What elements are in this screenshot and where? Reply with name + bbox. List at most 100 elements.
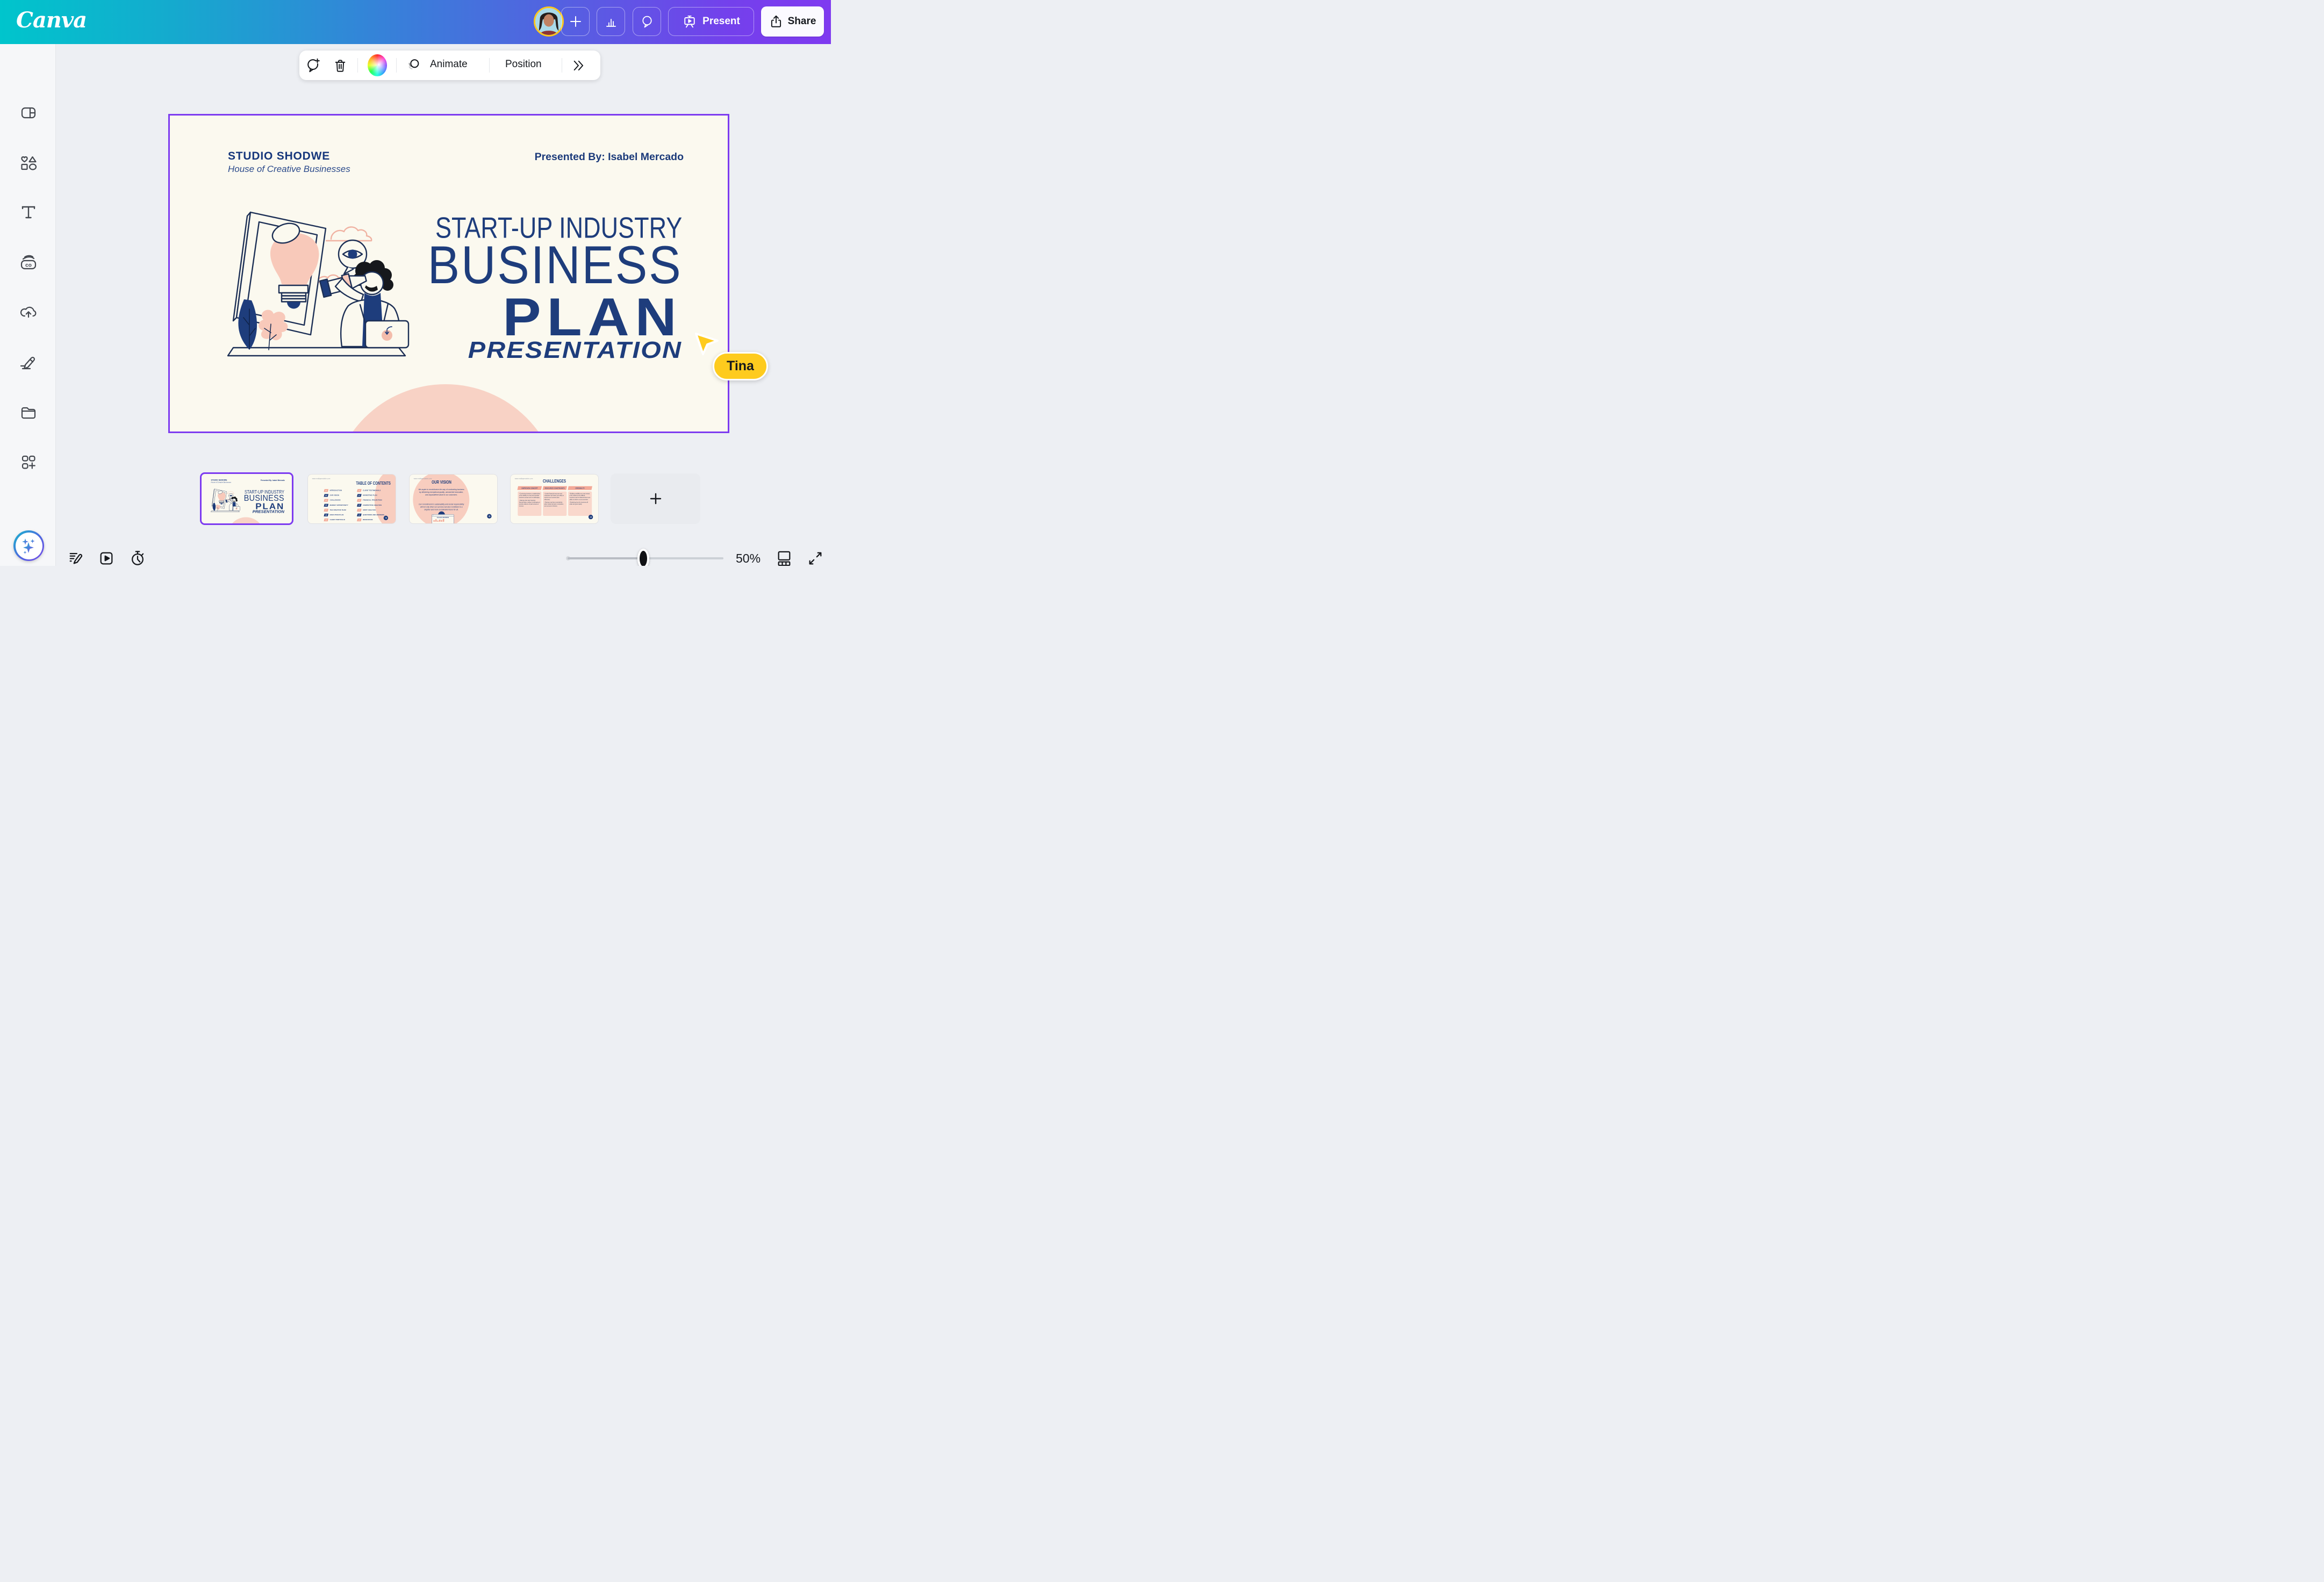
- sidebar-item-draw[interactable]: [19, 353, 38, 371]
- video-play-icon: [98, 550, 114, 566]
- share-label: Share: [788, 16, 816, 27]
- folder-icon: [20, 404, 37, 420]
- notes-icon: [68, 550, 84, 566]
- slide-illustration[interactable]: [226, 194, 411, 363]
- toc-label: OUR VISION: [330, 494, 339, 496]
- notes-button[interactable]: [68, 550, 84, 566]
- toc-item: 03INTRODUCTION: [324, 489, 356, 494]
- collaborator-cursor-icon: [694, 332, 719, 356]
- color-picker-button[interactable]: [368, 54, 387, 76]
- sparkle-icon: [20, 537, 38, 555]
- share-button[interactable]: Share: [761, 6, 824, 37]
- present-button[interactable]: Present: [668, 7, 754, 36]
- delete-button[interactable]: [332, 57, 348, 74]
- chat-bubble-icon: [640, 15, 654, 28]
- canva-logo[interactable]: Canva: [16, 8, 87, 33]
- challenge-col-title: CREDIBILITY: [575, 487, 585, 489]
- add-member-button[interactable]: [561, 7, 590, 36]
- grid-view-button[interactable]: [776, 550, 792, 566]
- draw-pen-icon: [19, 353, 38, 370]
- sidebar-item-brand[interactable]: co: [19, 253, 38, 271]
- zoom-level[interactable]: 50%: [736, 551, 761, 566]
- challenge-bullet: Convincing investors or stakeholders of …: [519, 493, 540, 499]
- toc-label: INTRODUCTION: [330, 490, 342, 491]
- insights-button[interactable]: [597, 7, 625, 36]
- challenge-col-title: RESOURCE CONSTRAINTS: [545, 487, 565, 489]
- toc-label: COMPETITIVE ANALYSIS: [363, 504, 382, 506]
- slide-thumbnail-2[interactable]: www.reallygreatsite.com TABLE OF CONTENT…: [308, 474, 396, 523]
- challenge-column: CREDIBILITY Building credibility as a ne…: [568, 486, 592, 516]
- slide-presented-by[interactable]: Presented By: Isabel Mercado: [535, 151, 684, 163]
- slide-title-line4[interactable]: PRESENTATION: [468, 337, 682, 364]
- animate-icon: [405, 57, 421, 74]
- toc-label: FINANCIAL PROJECTION: [363, 499, 382, 501]
- sidebar-item-apps[interactable]: [19, 453, 38, 471]
- play-button[interactable]: [98, 550, 114, 566]
- thumb1-illustration: [211, 486, 240, 513]
- sidebar-item-projects[interactable]: [19, 403, 38, 421]
- thumb3-paragraph-2: Our commitment to sustainability and soc…: [418, 503, 464, 511]
- toc-label: CLIENT TESTIMONIALS: [363, 490, 381, 491]
- toc-label: CLIENT PORTFOLIO: [330, 519, 345, 521]
- toc-num: 09: [324, 519, 328, 521]
- plus-icon: [569, 15, 582, 28]
- animate-label[interactable]: Animate: [430, 59, 468, 70]
- timer-icon: [130, 550, 146, 566]
- thumb1-title4: PRESENTATION: [253, 510, 284, 514]
- toc-label: CHALLENGES: [330, 499, 341, 501]
- fullscreen-button[interactable]: [807, 550, 823, 566]
- add-page-button[interactable]: [611, 473, 700, 524]
- animate-button[interactable]: [405, 57, 422, 74]
- grid-view-icon: [776, 550, 792, 566]
- design-icon: [20, 104, 37, 121]
- sidebar-item-text[interactable]: [19, 203, 38, 221]
- add-comment-button[interactable]: [304, 57, 322, 74]
- timer-button[interactable]: [130, 550, 146, 566]
- slide-thumbnail-1[interactable]: STUDIO SHODWE House of Creative Business…: [200, 472, 293, 525]
- next-arrow-icon: [384, 516, 388, 520]
- magic-assistant-button[interactable]: [13, 530, 44, 561]
- divider: [357, 58, 358, 73]
- challenge-column: UNPROVEN CONCEPT Convincing investors or…: [518, 486, 541, 516]
- toc-label: RESOURCES: [363, 519, 372, 521]
- slide-brand-name[interactable]: STUDIO SHODWE: [228, 150, 330, 163]
- zoom-slider-handle[interactable]: [637, 549, 649, 566]
- challenge-column: RESOURCE CONSTRAINTS Limited financial r…: [543, 486, 566, 516]
- toc-num: 04: [324, 494, 328, 497]
- thumb1-pink-dome: [227, 517, 264, 526]
- trash-icon: [333, 57, 348, 74]
- expand-icon: [807, 550, 823, 566]
- position-button[interactable]: Position: [505, 59, 542, 70]
- slide-pink-dome-shape[interactable]: [331, 384, 560, 433]
- collaborator-name-label: Tina: [713, 352, 768, 380]
- toc-item: 11MARKETING PLAN: [357, 494, 390, 499]
- canva-editor: Canva: [0, 0, 831, 566]
- sidebar-item-elements[interactable]: [19, 154, 38, 172]
- slide-brand-tagline[interactable]: House of Creative Businesses: [228, 164, 350, 175]
- toc-item: 09CLIENT PORTFOLIO: [324, 518, 356, 523]
- sidebar-item-uploads[interactable]: [19, 303, 38, 321]
- toc-label: MARKETING PLAN: [363, 494, 377, 496]
- present-label: Present: [702, 16, 740, 27]
- toc-label: QUESTIONS AND ANSWERS: [363, 514, 384, 516]
- thumb2-website-url: www.reallygreatsite.com: [312, 478, 331, 480]
- toc-item: 10CLIENT TESTIMONIALS: [357, 489, 390, 494]
- toc-num: 12: [357, 499, 362, 502]
- comments-button[interactable]: [633, 7, 661, 36]
- toc-item: 08EXECUTION PLAN: [324, 513, 356, 518]
- divider: [489, 58, 490, 73]
- slide-page[interactable]: STUDIO SHODWE House of Creative Business…: [168, 114, 729, 433]
- toc-num: 15: [357, 514, 362, 516]
- sidebar-item-design[interactable]: [19, 104, 38, 122]
- toc-num: 13: [357, 504, 362, 507]
- slide-thumbnail-3[interactable]: www.reallygreatsite.com OUR VISION We as…: [410, 474, 497, 523]
- slide-thumbnail-4[interactable]: www.reallygreatsite.com CHALLENGES UNPRO…: [511, 474, 598, 523]
- toc-label: EXECUTION PLAN: [330, 514, 344, 516]
- plus-icon: [649, 492, 662, 505]
- toc-item: 04OUR VISION: [324, 494, 356, 499]
- avatar[interactable]: [534, 6, 564, 37]
- context-toolbar: Animate Position: [299, 51, 600, 80]
- toc-column-left: 03INTRODUCTION 04OUR VISION 05CHALLENGES…: [324, 489, 356, 523]
- more-button[interactable]: [570, 59, 587, 72]
- share-upload-icon: [769, 15, 783, 28]
